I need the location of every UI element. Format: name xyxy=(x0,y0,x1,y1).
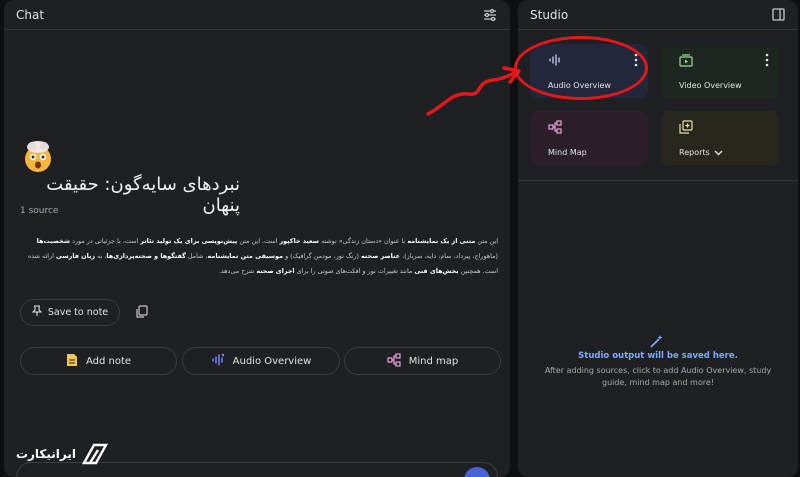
watermark-mark-icon xyxy=(81,443,109,465)
reports-tile[interactable]: Reports xyxy=(661,111,779,165)
source-count: 1 source xyxy=(20,206,59,216)
save-to-note-label: Save to note xyxy=(47,307,109,318)
video-overview-tile[interactable]: Video Overview xyxy=(661,44,779,98)
audio-overview-button[interactable]: Audio Overview xyxy=(182,347,340,375)
chevron-down-icon xyxy=(714,150,723,155)
mind-map-tile-label: Mind Map xyxy=(548,148,587,157)
annotation-arrow xyxy=(426,66,521,116)
video-icon xyxy=(679,52,693,67)
studio-header: Studio xyxy=(518,0,798,30)
video-overview-tile-label: Video Overview xyxy=(679,81,742,90)
chat-header: Chat xyxy=(4,0,510,30)
save-to-note-button[interactable]: Save to note xyxy=(20,299,120,326)
magic-wand-icon xyxy=(648,334,664,350)
mind-map-icon xyxy=(387,352,401,370)
mind-map-tile[interactable]: Mind Map xyxy=(530,111,648,165)
watermark-logo: ایرانیکارت xyxy=(10,437,110,471)
studio-title: Studio xyxy=(530,7,569,22)
mind-map-button[interactable]: Mind map xyxy=(344,347,501,375)
more-vert-icon[interactable] xyxy=(765,52,771,67)
mind-map-label: Mind map xyxy=(408,355,459,367)
add-note-label: Add note xyxy=(85,355,132,367)
reports-label: Reports xyxy=(679,148,710,157)
tune-icon[interactable] xyxy=(482,7,498,23)
chat-title: Chat xyxy=(16,7,45,22)
panel-toggle-icon[interactable] xyxy=(770,7,786,23)
reports-tile-label: Reports xyxy=(679,148,723,157)
notebook-summary: این متن متنی از یک نمایشنامه با عنوان «د… xyxy=(27,237,498,275)
annotation-circle xyxy=(514,36,648,100)
studio-empty-description: After adding sources, click to add Audio… xyxy=(544,366,772,387)
studio-divider xyxy=(518,180,798,181)
mind-map-icon xyxy=(548,119,562,134)
notebook-emoji-icon xyxy=(20,138,56,174)
audio-wave-icon xyxy=(211,353,225,370)
pin-icon xyxy=(31,305,43,320)
watermark-text: ایرانیکارت xyxy=(15,447,76,461)
studio-empty-title: Studio output will be saved here. xyxy=(578,351,738,361)
audio-overview-label: Audio Overview xyxy=(232,355,312,367)
reports-icon xyxy=(679,119,693,134)
note-icon xyxy=(66,353,78,370)
copy-icon[interactable] xyxy=(135,304,151,320)
add-note-button[interactable]: Add note xyxy=(20,347,177,375)
